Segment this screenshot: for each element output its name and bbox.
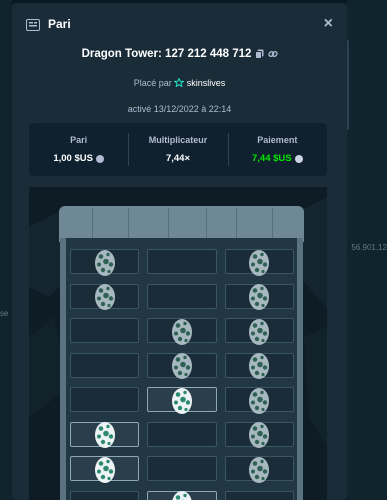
close-icon[interactable]: × (324, 15, 333, 33)
dragon-egg-icon (249, 353, 270, 379)
username-link[interactable]: skinslives (187, 78, 226, 88)
tower-row (70, 490, 294, 500)
stats-panel: Pari 1,00 $US Multiplicateur 7,44× Paiem… (29, 123, 327, 176)
dragon-egg-icon (249, 249, 270, 276)
dragon-egg-icon (94, 249, 115, 276)
activated-date: activé 13/12/2022 à 22:14 (127, 104, 232, 114)
placed-by-line: Placé par skinslives (12, 77, 347, 88)
stat-payout: Paiement 7,44 $US (227, 123, 327, 176)
tower-tile-picked[interactable] (147, 490, 217, 500)
dragon-egg-icon (94, 422, 115, 448)
tower-row (70, 352, 294, 379)
tower-tile[interactable] (224, 421, 294, 448)
dragon-egg-icon (249, 318, 270, 345)
link-icon[interactable] (268, 49, 279, 59)
dragon-egg-icon (171, 353, 192, 379)
tower-row (70, 387, 294, 414)
stat-payout-label: Paiement (257, 135, 298, 145)
stat-payout-value-row: 7,44 $US (228, 153, 327, 164)
tower-tile[interactable] (147, 421, 217, 447)
tower-tile[interactable] (147, 249, 217, 274)
tower-tile-picked[interactable] (70, 421, 140, 448)
tower-tile[interactable] (147, 283, 217, 309)
dragon-egg-icon (249, 456, 270, 483)
tower-tile[interactable] (70, 352, 140, 378)
modal-header: Pari × (12, 3, 347, 45)
stat-payout-value: 7,44 $US (252, 153, 292, 164)
tower-row (70, 283, 294, 310)
tower-tile[interactable] (147, 318, 217, 345)
tower-tile[interactable] (224, 456, 294, 483)
tower-tile[interactable] (147, 352, 217, 379)
dragon-egg-icon (94, 456, 115, 483)
tower-row (70, 318, 294, 345)
tower-tile[interactable] (70, 387, 140, 412)
stat-bet-value: 1,00 $US (53, 153, 93, 164)
tower-tile-picked[interactable] (147, 387, 217, 414)
tower-tile[interactable] (224, 318, 294, 345)
tower-row (70, 456, 294, 483)
stat-multiplier-value: 7,44× (165, 153, 191, 164)
tower-tile[interactable] (224, 283, 294, 310)
dragon-egg-icon (171, 318, 192, 345)
modal-title: Pari (48, 17, 71, 31)
tower-tile[interactable] (224, 387, 294, 414)
user-star-icon (173, 77, 187, 88)
bet-modal: Pari × Dragon Tower: 127 212 448 712 Pla… (12, 3, 347, 500)
dragon-egg-icon (249, 422, 270, 448)
tower-tile[interactable] (147, 456, 217, 481)
game-board (29, 187, 327, 500)
tower-tile-picked[interactable] (70, 456, 140, 483)
tower-tile[interactable] (224, 352, 294, 379)
copy-icon[interactable] (255, 49, 264, 59)
tower-tile[interactable] (70, 283, 140, 310)
dragon-egg-icon (249, 387, 270, 414)
background-number: 56.901,12 (351, 243, 387, 252)
tower-row (70, 421, 294, 448)
tower (60, 238, 303, 500)
dragon-egg-icon (94, 284, 115, 310)
stat-bet-label: Pari (70, 135, 88, 145)
dragon-egg-icon (249, 284, 270, 310)
dragon-egg-icon (172, 491, 192, 500)
tower-tile[interactable] (224, 249, 294, 276)
dragon-egg-icon (171, 387, 192, 414)
background-sidebar (0, 0, 12, 500)
tower-tile[interactable] (70, 490, 140, 500)
placed-by-prefix: Placé par (133, 78, 172, 88)
tower-tile[interactable] (70, 318, 140, 343)
stat-multiplier-value-row: 7,44× (128, 153, 227, 164)
receipt-icon (26, 18, 40, 31)
stat-bet-value-row: 1,00 $US (29, 153, 128, 164)
tower-tile[interactable] (70, 249, 140, 276)
coin-icon (294, 154, 303, 163)
stat-bet: Pari 1,00 $US (29, 123, 128, 176)
tower-tile[interactable] (224, 490, 294, 500)
game-title-row: Dragon Tower: 127 212 448 712 (12, 48, 347, 60)
stat-multiplier-label: Multiplicateur (148, 135, 208, 145)
coin-icon (95, 154, 104, 163)
stat-multiplier: Multiplicateur 7,44× (128, 123, 227, 176)
game-title: Dragon Tower: 127 212 448 712 (81, 48, 252, 60)
background-text: se (0, 309, 9, 318)
tower-battlement (59, 206, 304, 242)
tower-row (70, 249, 294, 276)
